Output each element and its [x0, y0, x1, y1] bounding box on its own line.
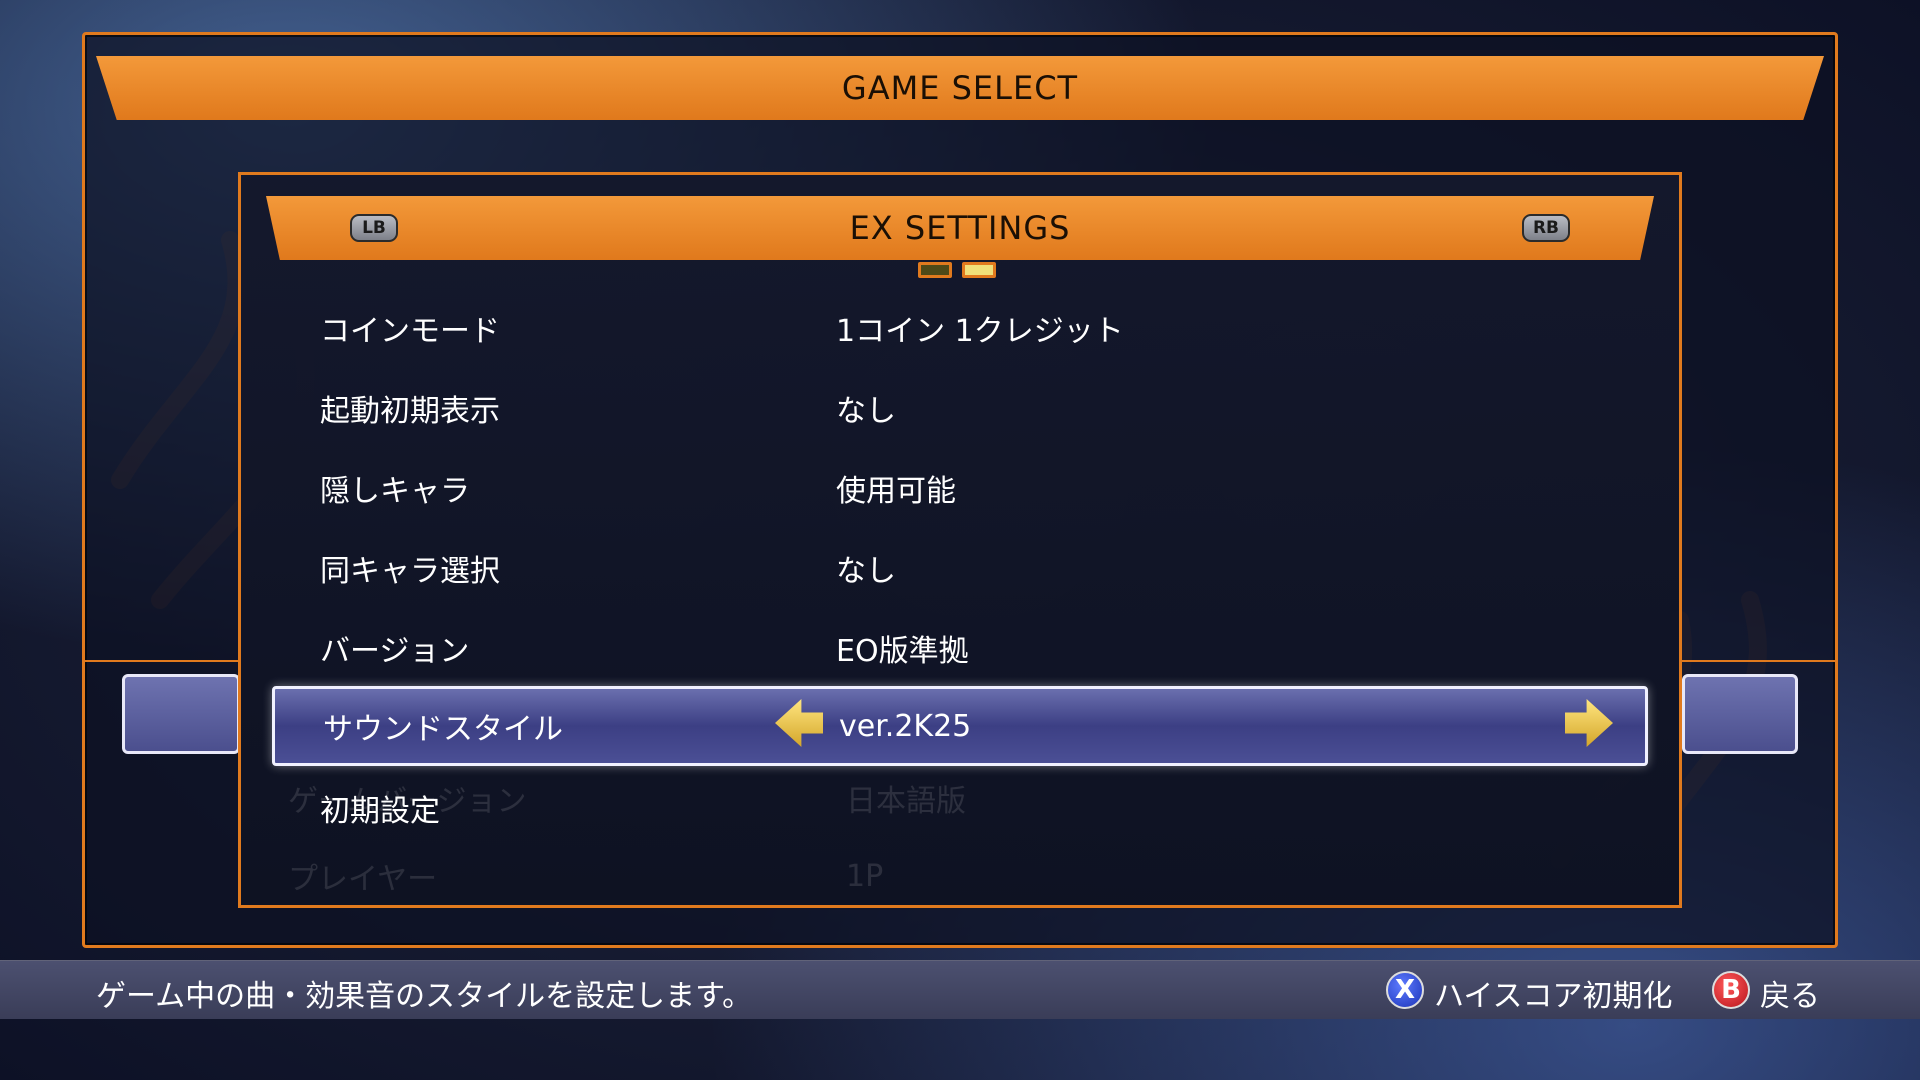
reset-high-score-action[interactable]: ハイスコア初期化	[1434, 971, 1673, 1015]
rb-button-icon[interactable]: RB	[1522, 214, 1570, 242]
setting-label: 起動初期表示	[320, 394, 500, 429]
setting-row-coin-mode[interactable]: コインモード 1コイン 1クレジット	[272, 292, 1648, 364]
ex-settings-title: EX SETTINGS	[849, 209, 1071, 247]
setting-row-reset-defaults[interactable]: 初期設定	[272, 772, 1648, 844]
setting-label: 同キャラ選択	[320, 554, 500, 589]
setting-row-hidden-characters[interactable]: 隠しキャラ 使用可能	[272, 452, 1648, 524]
setting-row-sound-style[interactable]: サウンドスタイル ver.2K25	[272, 686, 1648, 766]
arrow-right-icon[interactable]	[1565, 699, 1613, 747]
lb-button-icon[interactable]: LB	[350, 214, 398, 242]
background-row-divider-left	[84, 660, 238, 662]
b-button-icon[interactable]: B	[1712, 971, 1750, 1009]
setting-label: バージョン	[320, 634, 470, 669]
setting-label: サウンドスタイル	[323, 712, 563, 747]
setting-value: EO版準拠	[836, 634, 969, 669]
setting-value: なし	[836, 554, 896, 589]
page-indicator	[918, 262, 996, 278]
background-selected-row-left	[122, 674, 240, 754]
x-button-icon[interactable]: X	[1386, 971, 1424, 1009]
page-dot-1	[918, 262, 952, 278]
setting-value: 1コイン 1クレジット	[836, 314, 1124, 349]
setting-label: 初期設定	[320, 794, 440, 829]
setting-value: なし	[836, 394, 896, 429]
setting-value: 使用可能	[836, 474, 956, 509]
ex-settings-header: EX SETTINGS	[266, 196, 1654, 260]
setting-value: ver.2K25	[839, 708, 972, 744]
background-list-item: プレイヤー 1P	[288, 858, 884, 898]
game-select-header: GAME SELECT	[96, 56, 1824, 120]
back-action[interactable]: 戻る	[1760, 971, 1820, 1015]
setting-row-startup-display[interactable]: 起動初期表示 なし	[272, 372, 1648, 444]
game-select-title: GAME SELECT	[841, 69, 1079, 107]
help-description: ゲーム中の曲・効果音のスタイルを設定します。	[96, 979, 753, 1014]
background-row-divider-right	[1682, 660, 1836, 662]
setting-row-version[interactable]: バージョン EO版準拠	[272, 612, 1648, 684]
help-bar: ゲーム中の曲・効果音のスタイルを設定します。 X ハイスコア初期化 B 戻る	[0, 960, 1920, 1019]
setting-row-same-character[interactable]: 同キャラ選択 なし	[272, 532, 1648, 604]
background-selected-row-right	[1682, 674, 1798, 754]
page-dot-2	[962, 262, 996, 278]
arrow-left-icon[interactable]	[775, 699, 823, 747]
setting-label: コインモード	[320, 314, 500, 349]
setting-label: 隠しキャラ	[320, 474, 470, 509]
